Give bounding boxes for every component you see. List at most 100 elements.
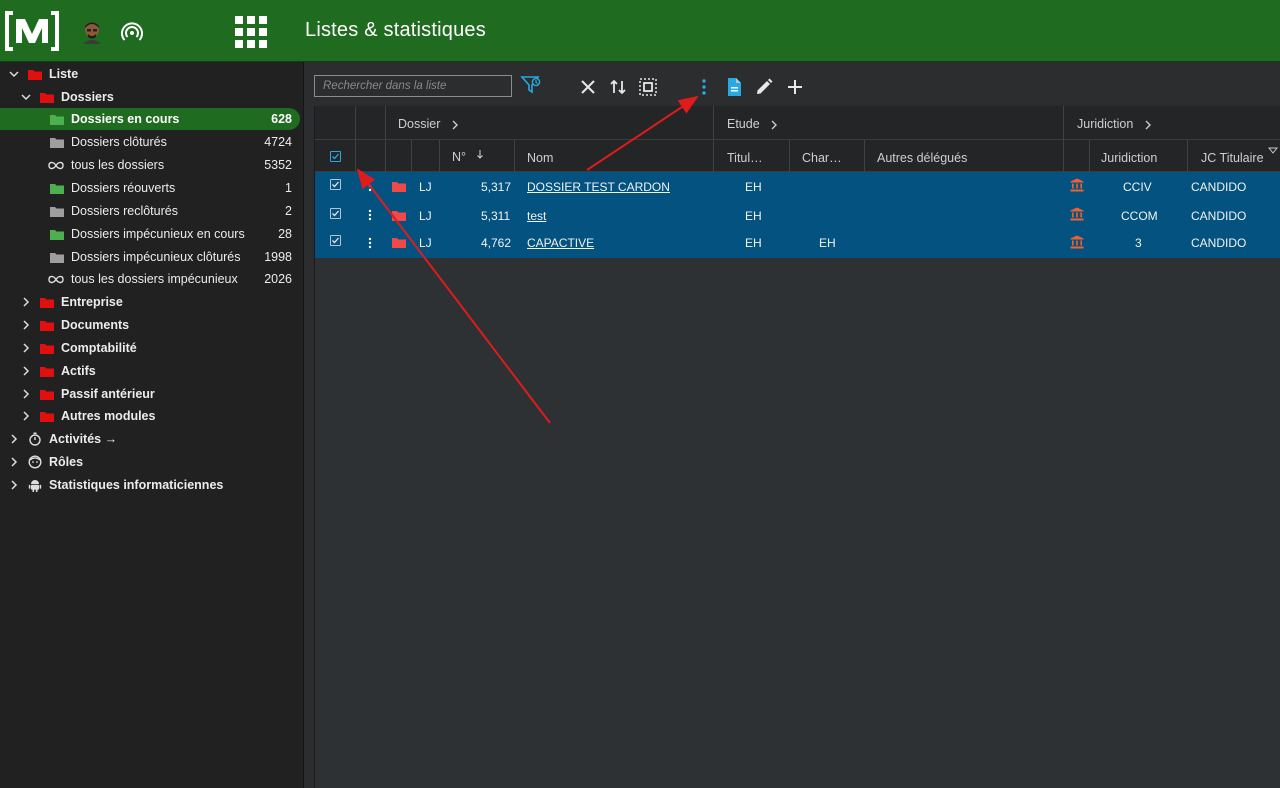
tree-label: Passif antérieur (61, 387, 155, 401)
tree-item-comptabilite[interactable]: Comptabilité (20, 337, 298, 359)
main-panel: Dossier Etude Juridiction (314, 62, 1280, 788)
row-checkbox[interactable] (330, 235, 341, 246)
tree-label: Comptabilité (61, 341, 137, 355)
folder-icon (40, 320, 54, 331)
chevron-right-icon (452, 120, 458, 130)
tree-item-passif-anterieur[interactable]: Passif antérieur (20, 383, 298, 405)
chevron-right-icon[interactable] (20, 388, 32, 400)
row-checkbox[interactable] (330, 179, 341, 190)
clear-icon[interactable] (577, 76, 599, 98)
chevron-right-icon[interactable] (8, 433, 20, 445)
sidebar-item-impecunieux-en-cours[interactable]: Dossiers impécunieux en cours 28 (0, 223, 300, 245)
chevron-right-icon (1145, 120, 1151, 130)
sidebar-item-impecunieux-clotures[interactable]: Dossiers impécunieux clôturés 1998 (0, 246, 300, 268)
user-avatar-icon[interactable] (80, 20, 104, 44)
sidebar-item-tous-impecunieux[interactable]: tous les dossiers impécunieux 2026 (0, 268, 300, 290)
tree-label: Dossiers impécunieux en cours (71, 227, 245, 241)
group-juridiction[interactable]: Juridiction (1077, 117, 1153, 131)
cell-nom-link[interactable]: DOSSIER TEST CARDON (527, 180, 670, 194)
group-dossier[interactable]: Dossier (398, 117, 460, 131)
chevron-right-icon[interactable] (20, 319, 32, 331)
chevron-right-icon[interactable] (20, 342, 32, 354)
table-row[interactable]: LJ 4,762 CAPACTIVE EH EH 3 CANDIDO (315, 228, 1280, 258)
tree-label: Dossiers reclôturés (71, 204, 178, 218)
more-vert-icon[interactable] (366, 237, 374, 249)
cell-numero: 5,317 (481, 180, 512, 194)
sidebar-item-dossiers-en-cours[interactable]: Dossiers en cours 628 (0, 108, 300, 130)
more-vert-icon[interactable] (693, 76, 715, 98)
add-icon[interactable] (784, 76, 806, 98)
tree-label: Dossiers en cours (71, 112, 180, 126)
column-titulaire[interactable]: Titul… (727, 151, 763, 165)
tree-item-activites[interactable]: Activités → (8, 428, 298, 450)
tree-label: Documents (61, 318, 130, 332)
chevron-right-icon[interactable] (20, 296, 32, 308)
table-row[interactable]: LJ 5,317 DOSSIER TEST CARDON EH CCIV CAN… (315, 172, 1280, 200)
tree-item-roles[interactable]: Rôles (8, 451, 298, 473)
apps-grid-icon[interactable] (234, 15, 268, 49)
app-logo[interactable] (4, 10, 60, 52)
cell-jc-titulaire: CANDIDO (1191, 236, 1247, 250)
chevron-right-icon[interactable] (20, 365, 32, 377)
sidebar-item-dossiers-reclotures[interactable]: Dossiers reclôturés 2 (0, 200, 300, 222)
cell-nom-link[interactable]: CAPACTIVE (527, 236, 594, 250)
tree-item-entreprise[interactable]: Entreprise (20, 291, 298, 313)
chevron-down-icon[interactable] (20, 91, 32, 103)
more-vert-icon[interactable] (366, 209, 374, 221)
tree-item-autres-modules[interactable]: Autres modules (20, 405, 298, 427)
tree-item-dossiers[interactable]: Dossiers (20, 86, 298, 108)
more-vert-icon[interactable] (366, 180, 374, 192)
item-count: 2026 (264, 272, 292, 286)
tree-item-documents[interactable]: Documents (20, 314, 298, 336)
page-title: Listes & statistiques (305, 19, 486, 41)
tree-item-actifs[interactable]: Actifs (20, 360, 298, 382)
cell-numero: 4,762 (481, 236, 512, 250)
tree-item-statistiques-informaticiennes[interactable]: Statistiques informaticiennes (8, 474, 298, 496)
tree-label: Dossiers réouverts (71, 181, 176, 195)
edit-icon[interactable] (753, 76, 775, 98)
check-icon (332, 237, 339, 244)
check-icon (332, 153, 339, 160)
folder-icon (50, 229, 64, 240)
select-all-checkbox[interactable] (330, 151, 341, 162)
column-nom[interactable]: Nom (527, 151, 553, 165)
search-input[interactable] (314, 75, 512, 97)
column-filter-icon[interactable] (1268, 147, 1278, 157)
chevron-right-icon[interactable] (20, 410, 32, 422)
sidebar-item-dossiers-reouverts[interactable]: Dossiers réouverts 1 (0, 177, 300, 199)
select-all-icon[interactable] (637, 76, 659, 98)
column-numero[interactable]: N° (452, 150, 484, 164)
chevron-right-icon[interactable] (8, 479, 20, 491)
cell-nom-link[interactable]: test (527, 209, 546, 223)
tree-label: Activités → (49, 432, 118, 446)
tree-label: Entreprise (61, 295, 123, 309)
data-grid: Dossier Etude Juridiction N° Nom Titul… … (314, 106, 1280, 788)
column-jc-titulaire[interactable]: JC Titulaire (1201, 151, 1264, 165)
broadcast-icon[interactable] (120, 21, 144, 45)
folder-icon (50, 183, 64, 194)
column-autres-delegues[interactable]: Autres délégués (877, 151, 967, 165)
cell-titulaire: EH (745, 209, 762, 223)
sidebar-item-dossiers-clotures[interactable]: Dossiers clôturés 4724 (0, 131, 300, 153)
cell-type: LJ (419, 180, 432, 194)
tree-label: Statistiques informaticiennes (49, 478, 224, 492)
tree-label: Dossiers (61, 90, 114, 104)
column-charge[interactable]: Char… (802, 151, 842, 165)
sidebar-item-tous-les-dossiers[interactable]: tous les dossiers 5352 (0, 154, 300, 176)
chevron-down-icon[interactable] (8, 68, 20, 80)
check-icon (332, 210, 339, 217)
cell-numero: 5,311 (481, 209, 511, 223)
tree-item-liste[interactable]: Liste (8, 63, 298, 85)
chevron-right-icon[interactable] (8, 456, 20, 468)
row-checkbox[interactable] (330, 208, 341, 219)
group-etude[interactable]: Etude (727, 117, 779, 131)
folder-icon (40, 343, 54, 354)
sort-icon[interactable] (607, 76, 629, 98)
cell-charge: EH (819, 236, 836, 250)
filter-icon[interactable] (520, 74, 542, 96)
cell-jc-titulaire: CANDIDO (1191, 180, 1247, 194)
table-row[interactable]: LJ 5,311 test EH CCOM CANDIDO (315, 200, 1280, 228)
check-icon (332, 181, 339, 188)
document-icon[interactable] (723, 76, 745, 98)
column-juridiction[interactable]: Juridiction (1101, 151, 1157, 165)
